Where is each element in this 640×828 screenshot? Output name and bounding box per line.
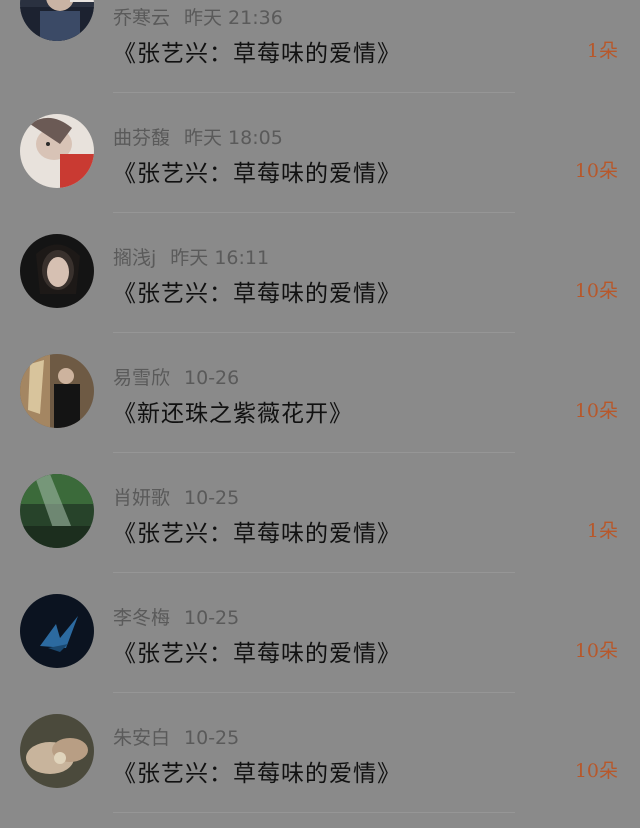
drama-title[interactable]: 《张艺兴：草莓味的爱情》	[113, 514, 401, 548]
gift-amount: 10朵	[574, 640, 618, 662]
list-item[interactable]: 易雪欣 10-26 《新还珠之紫薇花开》 10朵	[0, 327, 640, 453]
avatar[interactable]	[20, 114, 94, 188]
drama-title[interactable]: 《张艺兴：草莓味的爱情》	[113, 34, 401, 68]
user-name[interactable]: 搁浅j	[113, 247, 156, 269]
avatar[interactable]	[20, 0, 94, 41]
user-name[interactable]: 易雪欣	[113, 367, 170, 389]
item-meta: 易雪欣 10-26	[113, 363, 239, 390]
list-item[interactable]: 曲芬馥 昨天 18:05 《张艺兴：草莓味的爱情》 10朵	[0, 87, 640, 213]
avatar[interactable]	[20, 234, 94, 308]
user-name[interactable]: 朱安白	[113, 727, 170, 749]
drama-title[interactable]: 《张艺兴：草莓味的爱情》	[113, 634, 401, 668]
gift-amount: 1朵	[586, 520, 618, 542]
drama-title[interactable]: 《新还珠之紫薇花开》	[113, 394, 353, 428]
list-item[interactable]: 肖妍歌 10-25 《张艺兴：草莓味的爱情》 1朵	[0, 447, 640, 573]
user-name[interactable]: 乔寒云	[113, 7, 170, 29]
item-meta: 李冬梅 10-25	[113, 603, 239, 630]
timestamp: 昨天 16:11	[170, 247, 270, 269]
gift-list: 乔寒云 昨天 21:36 《张艺兴：草莓味的爱情》 1朵 曲芬馥 昨天 18:05 …	[0, 0, 640, 828]
timestamp: 昨天 18:05	[184, 127, 283, 149]
divider	[113, 812, 515, 813]
avatar[interactable]	[20, 714, 94, 788]
item-meta: 搁浅j 昨天 16:11	[113, 243, 269, 270]
gift-amount: 10朵	[574, 760, 618, 782]
item-meta: 曲芬馥 昨天 18:05	[113, 123, 283, 150]
list-item[interactable]: 朱安白 10-25 《张艺兴：草莓味的爱情》 10朵	[0, 687, 640, 813]
item-meta: 乔寒云 昨天 21:36	[113, 3, 283, 30]
gift-amount: 10朵	[574, 160, 618, 182]
gift-amount: 10朵	[574, 280, 618, 302]
timestamp: 昨天 21:36	[184, 7, 283, 29]
drama-title[interactable]: 《张艺兴：草莓味的爱情》	[113, 154, 401, 188]
list-item[interactable]: 李冬梅 10-25 《张艺兴：草莓味的爱情》 10朵	[0, 567, 640, 693]
timestamp: 10-25	[184, 607, 240, 629]
item-meta: 朱安白 10-25	[113, 723, 239, 750]
drama-title[interactable]: 《张艺兴：草莓味的爱情》	[113, 274, 401, 308]
timestamp: 10-25	[184, 487, 240, 509]
gift-amount: 1朵	[586, 40, 618, 62]
user-name[interactable]: 李冬梅	[113, 607, 170, 629]
avatar[interactable]	[20, 474, 94, 548]
list-item[interactable]: 搁浅j 昨天 16:11 《张艺兴：草莓味的爱情》 10朵	[0, 207, 640, 333]
list-item[interactable]: 乔寒云 昨天 21:36 《张艺兴：草莓味的爱情》 1朵	[0, 0, 640, 93]
avatar[interactable]	[20, 594, 94, 668]
drama-title[interactable]: 《张艺兴：草莓味的爱情》	[113, 754, 401, 788]
user-name[interactable]: 肖妍歌	[113, 487, 170, 509]
item-meta: 肖妍歌 10-25	[113, 483, 239, 510]
timestamp: 10-25	[184, 727, 240, 749]
avatar[interactable]	[20, 354, 94, 428]
user-name[interactable]: 曲芬馥	[113, 127, 170, 149]
timestamp: 10-26	[184, 367, 240, 389]
gift-amount: 10朵	[574, 400, 618, 422]
